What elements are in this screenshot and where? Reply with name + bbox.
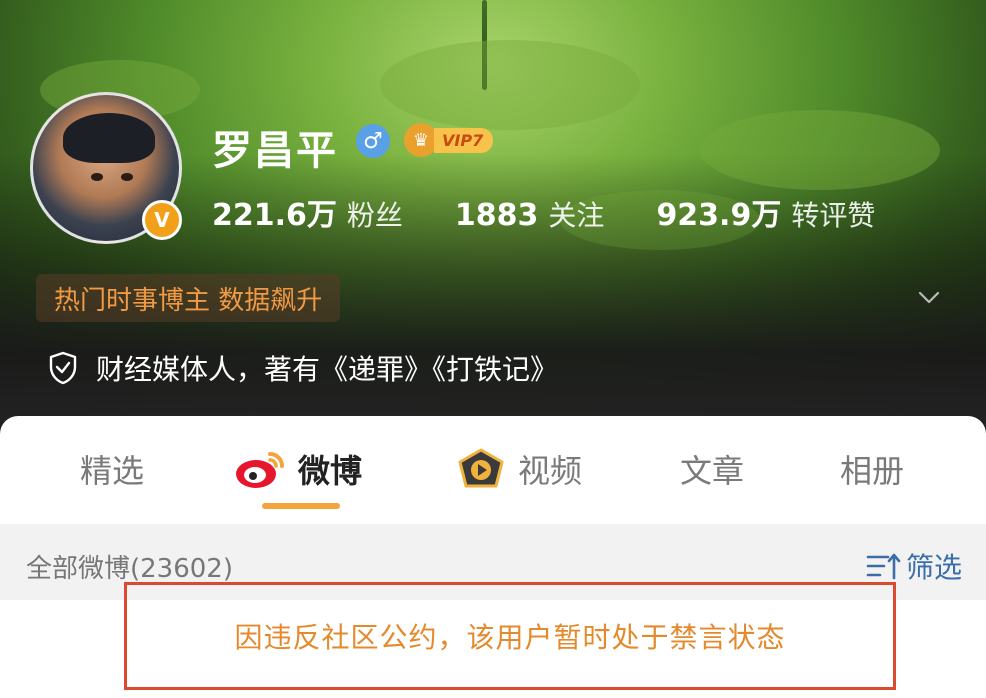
profile-name: 罗昌平 (212, 128, 338, 174)
stat-interactions[interactable]: 923.9万 转评赞 (656, 190, 875, 234)
filter-label: 筛选 (906, 551, 963, 584)
active-tab-indicator (262, 503, 340, 509)
stat-label: 转评赞 (791, 199, 876, 232)
verified-badge-icon: V (142, 200, 182, 240)
avatar-hair (63, 113, 155, 163)
male-gender-icon: ♂ (356, 124, 390, 158)
video-play-icon (458, 448, 504, 488)
profile-bio: 财经媒体人，著有《递罪》《打铁记》 (48, 348, 558, 388)
hot-blogger-tag[interactable]: 热门时事博主 数据飙升 (36, 274, 341, 322)
tab-weibo[interactable]: 微博 (234, 446, 362, 492)
bio-text: 财经媒体人，著有《递罪》《打铁记》 (96, 353, 559, 386)
stat-label: 关注 (548, 199, 605, 232)
avatar-eye (91, 173, 103, 181)
stat-following[interactable]: 1883 关注 (455, 194, 605, 234)
crown-icon: ♛ (404, 123, 438, 157)
avatar-eye (121, 173, 133, 181)
filter-button[interactable]: 筛选 (866, 546, 962, 586)
stat-number: 1883 (454, 198, 539, 233)
tab-label: 微博 (298, 452, 363, 490)
shield-check-icon (49, 351, 77, 385)
cover-moss (700, 110, 940, 190)
stat-number: 923.9万 (656, 198, 782, 233)
stat-followers[interactable]: 221.6万 粉丝 (212, 190, 403, 234)
ban-notice-box: 因违反社区公约，该用户暂时处于禁言状态 (124, 582, 896, 690)
tab-label: 精选 (80, 452, 145, 490)
tab-articles[interactable]: 文章 (680, 446, 744, 492)
all-posts-count[interactable]: 全部微博(23602) (26, 548, 233, 585)
tab-featured[interactable]: 精选 (80, 446, 144, 492)
tab-video[interactable]: 视频 (456, 446, 582, 492)
ban-notice-text: 因违反社区公约，该用户暂时处于禁言状态 (234, 621, 786, 654)
chevron-down-icon[interactable] (918, 286, 940, 308)
tab-album[interactable]: 相册 (840, 446, 904, 492)
tab-label: 相册 (840, 452, 905, 490)
filter-sort-icon (866, 553, 901, 580)
profile-stats: 221.6万 粉丝 1883 关注 923.9万 转评赞 (212, 190, 927, 234)
cover-moss (380, 40, 640, 130)
stat-label: 粉丝 (346, 199, 403, 232)
vip-level-label: VIP7 (434, 127, 494, 153)
stat-number: 221.6万 (212, 198, 337, 233)
weibo-logo-icon (236, 452, 284, 488)
tab-label: 文章 (680, 452, 745, 490)
tab-label: 视频 (518, 452, 583, 490)
vip-badge[interactable]: ♛ VIP7 (404, 122, 494, 158)
